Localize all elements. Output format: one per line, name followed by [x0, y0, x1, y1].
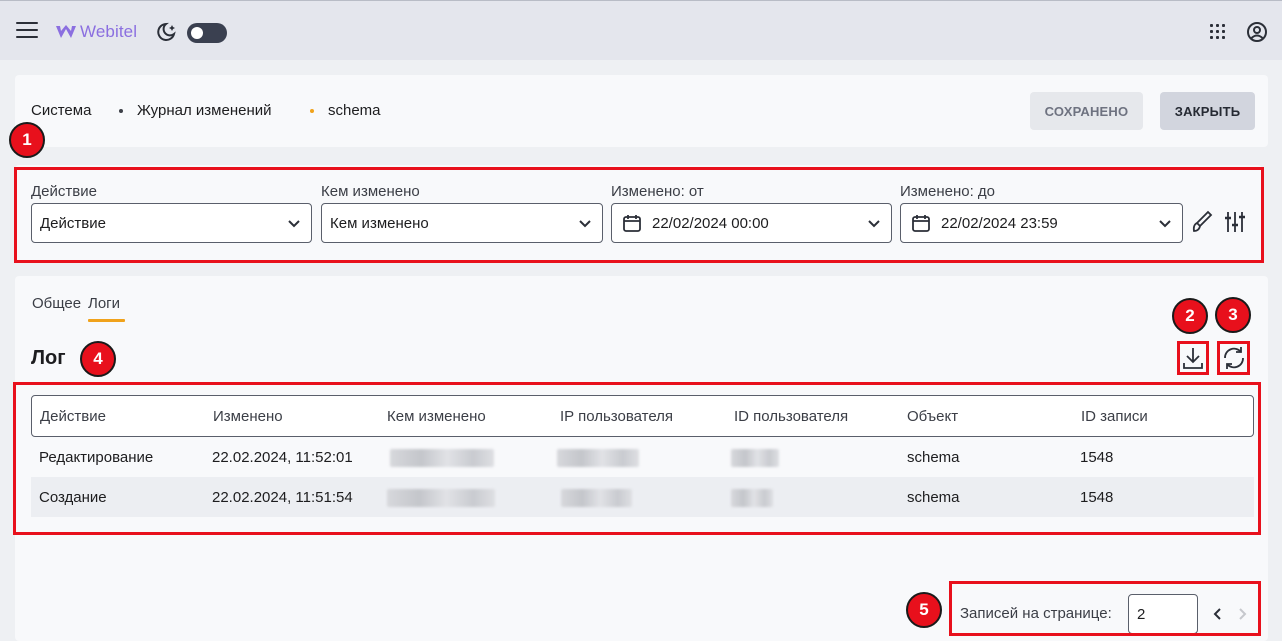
webitel-logo-mark: [56, 25, 76, 38]
filter-action-value: Действие: [40, 215, 106, 232]
chevron-right-icon[interactable]: [1236, 606, 1248, 622]
column-header-changed[interactable]: Изменено: [213, 408, 283, 425]
annotation-badge-2: 2: [1172, 298, 1208, 334]
filter-action-label: Действие: [31, 183, 97, 200]
menu-icon[interactable]: [16, 22, 38, 40]
chevron-left-icon[interactable]: [1212, 606, 1224, 622]
column-header-user-ip[interactable]: IP пользователя: [560, 408, 673, 425]
toggle-knob: [191, 27, 203, 39]
chevron-down-icon: [288, 220, 300, 228]
annotation-badge-5: 5: [906, 592, 942, 628]
filter-from-label: Изменено: от: [611, 183, 704, 200]
annotation-badge-3: 3: [1215, 297, 1251, 333]
refresh-icon[interactable]: [1221, 344, 1247, 372]
brand-name: Webitel: [80, 22, 138, 41]
table-row[interactable]: Редактирование 22.02.2024, 11:52:01 sche…: [31, 437, 1254, 477]
column-header-record-id[interactable]: ID записи: [1081, 408, 1148, 425]
tab-general[interactable]: Общее: [32, 295, 81, 312]
column-header-changed-by[interactable]: Кем изменено: [387, 408, 486, 425]
cell-user-id-redacted: [731, 489, 773, 507]
chevron-down-icon: [868, 220, 880, 228]
download-icon[interactable]: [1180, 344, 1206, 372]
filter-from-select[interactable]: 22/02/2024 00:00: [611, 203, 892, 243]
breadcrumb-separator: [119, 109, 123, 113]
column-header-action[interactable]: Действие: [40, 408, 106, 425]
top-bar: Webitel: [0, 0, 1282, 60]
filter-changed-by-label: Кем изменено: [321, 183, 420, 200]
table-header: Действие Изменено Кем изменено IP пользо…: [31, 395, 1254, 437]
column-header-user-id[interactable]: ID пользователя: [734, 408, 848, 425]
account-icon[interactable]: [1247, 22, 1267, 42]
cell-user-id-redacted: [731, 449, 779, 467]
cell-action: Создание: [39, 489, 107, 506]
breadcrumb-system[interactable]: Система: [31, 102, 91, 119]
filters-panel: Действие Действие Кем изменено Кем измен…: [15, 165, 1262, 263]
filter-to-value: 22/02/2024 23:59: [941, 215, 1058, 232]
annotation-badge-4: 4: [80, 341, 116, 377]
header-card: Система Журнал изменений schema СОХРАНЕН…: [15, 75, 1268, 147]
annotation-badge-1: 1: [9, 122, 45, 158]
filter-changed-by-select[interactable]: Кем изменено: [321, 203, 603, 243]
cell-user-ip-redacted: [557, 449, 639, 467]
records-per-page-label: Записей на странице:: [960, 605, 1112, 622]
filter-action-select[interactable]: Действие: [31, 203, 312, 243]
cell-changed: 22.02.2024, 11:52:01: [212, 449, 353, 466]
breadcrumb-schema: schema: [328, 102, 381, 119]
theme-moon-icon: [156, 22, 178, 42]
cell-action: Редактирование: [39, 449, 154, 466]
cell-changed-by-redacted: [390, 449, 494, 467]
filter-changed-by-value: Кем изменено: [330, 215, 429, 232]
clear-filters-brush-icon[interactable]: [1191, 209, 1213, 235]
cell-object: schema: [907, 489, 960, 506]
close-button[interactable]: ЗАКРЫТЬ: [1160, 92, 1255, 130]
cell-record-id: 1548: [1080, 449, 1114, 466]
cell-user-ip-redacted: [561, 489, 632, 507]
table-row[interactable]: Создание 22.02.2024, 11:51:54 schema 154…: [31, 477, 1254, 517]
calendar-icon: [623, 215, 641, 232]
cell-changed-by-redacted: [387, 489, 495, 507]
filter-settings-icon[interactable]: [1224, 209, 1246, 235]
filter-from-value: 22/02/2024 00:00: [652, 215, 769, 232]
chevron-down-icon: [1159, 220, 1171, 228]
calendar-icon: [912, 215, 930, 232]
saved-button[interactable]: СОХРАНЕНО: [1030, 92, 1143, 130]
breadcrumb-changelog[interactable]: Журнал изменений: [137, 102, 271, 119]
theme-toggle[interactable]: [187, 23, 227, 43]
filter-to-label: Изменено: до: [900, 183, 995, 200]
cell-record-id: 1548: [1080, 489, 1114, 506]
breadcrumb-separator-active: [310, 109, 314, 113]
cell-changed: 22.02.2024, 11:51:54: [212, 489, 353, 506]
webitel-logo[interactable]: Webitel: [55, 21, 137, 43]
log-title: Лог: [31, 347, 66, 369]
records-per-page-input[interactable]: [1128, 594, 1198, 634]
column-header-object[interactable]: Объект: [907, 408, 958, 425]
apps-grid-icon[interactable]: [1210, 24, 1226, 40]
tab-logs[interactable]: Логи: [88, 295, 120, 312]
active-tab-indicator: [88, 319, 125, 322]
cell-object: schema: [907, 449, 960, 466]
chevron-down-icon: [579, 220, 591, 228]
filter-to-select[interactable]: 22/02/2024 23:59: [900, 203, 1183, 243]
